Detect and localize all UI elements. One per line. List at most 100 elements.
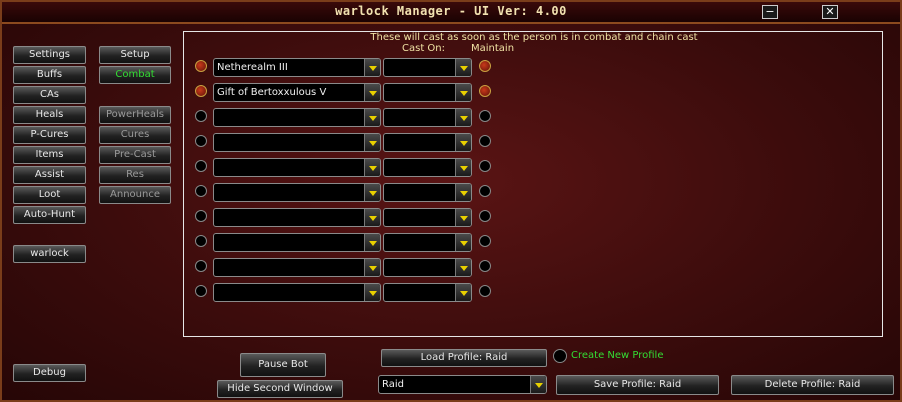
- maintain-radio[interactable]: [479, 60, 491, 72]
- spell-select[interactable]: [213, 158, 381, 177]
- enable-radio[interactable]: [195, 210, 207, 222]
- tab-combat[interactable]: Combat: [99, 66, 171, 84]
- chevron-down-icon[interactable]: [364, 134, 380, 151]
- maintain-radio[interactable]: [479, 160, 491, 172]
- chevron-down-icon[interactable]: [455, 84, 471, 101]
- spell-row: [184, 283, 884, 303]
- enable-radio[interactable]: [195, 110, 207, 122]
- spell-row: [184, 133, 884, 153]
- title-bar[interactable]: warlock Manager - UI Ver: 4.00 − ✕: [2, 2, 900, 24]
- cast-on-select[interactable]: [383, 183, 472, 202]
- tab-cas[interactable]: CAs: [13, 86, 86, 104]
- maintain-radio[interactable]: [479, 85, 491, 97]
- chevron-down-icon[interactable]: [530, 376, 546, 393]
- maintain-radio[interactable]: [479, 285, 491, 297]
- tab-buffs[interactable]: Buffs: [13, 66, 86, 84]
- maintain-radio[interactable]: [479, 235, 491, 247]
- chevron-down-icon[interactable]: [455, 159, 471, 176]
- create-new-profile-radio[interactable]: [553, 349, 567, 363]
- cast-on-select[interactable]: [383, 233, 472, 252]
- spell-select[interactable]: [213, 183, 381, 202]
- tab-announce[interactable]: Announce: [99, 186, 171, 204]
- chevron-down-icon[interactable]: [364, 209, 380, 226]
- pause-bot-button[interactable]: Pause Bot: [240, 353, 326, 377]
- chevron-down-icon[interactable]: [455, 284, 471, 301]
- chevron-down-icon[interactable]: [364, 284, 380, 301]
- enable-radio[interactable]: [195, 260, 207, 272]
- chevron-down-icon[interactable]: [455, 234, 471, 251]
- cast-on-select[interactable]: [383, 58, 472, 77]
- window: warlock Manager - UI Ver: 4.00 − ✕ Setti…: [0, 0, 902, 402]
- maintain-radio[interactable]: [479, 185, 491, 197]
- combat-panel: These will cast as soon as the person is…: [183, 31, 883, 337]
- delete-profile-button[interactable]: Delete Profile: Raid: [731, 375, 894, 395]
- profile-select-value: Raid: [382, 379, 404, 390]
- spell-select[interactable]: [213, 283, 381, 302]
- chevron-down-icon[interactable]: [364, 159, 380, 176]
- tab-items[interactable]: Items: [13, 146, 86, 164]
- close-button[interactable]: ✕: [822, 5, 838, 19]
- tab-powerheals[interactable]: PowerHeals: [99, 106, 171, 124]
- spell-row: Gift of Bertoxxulous V: [184, 83, 884, 103]
- panel-heading: These will cast as soon as the person is…: [370, 32, 698, 43]
- chevron-down-icon[interactable]: [455, 184, 471, 201]
- enable-radio[interactable]: [195, 60, 207, 72]
- tab-heals[interactable]: Heals: [13, 106, 86, 124]
- load-profile-button[interactable]: Load Profile: Raid: [381, 349, 547, 367]
- spell-select[interactable]: [213, 108, 381, 127]
- maintain-radio[interactable]: [479, 110, 491, 122]
- spell-row: [184, 108, 884, 128]
- tab-res[interactable]: Res: [99, 166, 171, 184]
- spell-select[interactable]: Gift of Bertoxxulous V: [213, 83, 381, 102]
- debug-button[interactable]: Debug: [13, 364, 86, 382]
- spell-select-value: Gift of Bertoxxulous V: [217, 87, 327, 98]
- enable-radio[interactable]: [195, 85, 207, 97]
- profile-name-button[interactable]: warlock: [13, 245, 86, 263]
- spell-select[interactable]: Netherealm III: [213, 58, 381, 77]
- spell-select[interactable]: [213, 258, 381, 277]
- spell-row: [184, 183, 884, 203]
- chevron-down-icon[interactable]: [455, 134, 471, 151]
- profile-select[interactable]: Raid: [378, 375, 547, 394]
- tab-setup[interactable]: Setup: [99, 46, 171, 64]
- chevron-down-icon[interactable]: [455, 209, 471, 226]
- chevron-down-icon[interactable]: [455, 109, 471, 126]
- enable-radio[interactable]: [195, 185, 207, 197]
- tab-auto-hunt[interactable]: Auto-Hunt: [13, 206, 86, 224]
- chevron-down-icon[interactable]: [364, 259, 380, 276]
- chevron-down-icon[interactable]: [455, 59, 471, 76]
- chevron-down-icon[interactable]: [364, 184, 380, 201]
- tab-settings[interactable]: Settings: [13, 46, 86, 64]
- tab-p-cures[interactable]: P-Cures: [13, 126, 86, 144]
- cast-on-select[interactable]: [383, 208, 472, 227]
- enable-radio[interactable]: [195, 285, 207, 297]
- chevron-down-icon[interactable]: [364, 84, 380, 101]
- maintain-radio[interactable]: [479, 135, 491, 147]
- maintain-radio[interactable]: [479, 260, 491, 272]
- hide-second-window-button[interactable]: Hide Second Window: [217, 380, 343, 398]
- maintain-radio[interactable]: [479, 210, 491, 222]
- save-profile-button[interactable]: Save Profile: Raid: [556, 375, 719, 395]
- cast-on-select[interactable]: [383, 258, 472, 277]
- enable-radio[interactable]: [195, 235, 207, 247]
- spell-select[interactable]: [213, 133, 381, 152]
- spell-select[interactable]: [213, 208, 381, 227]
- chevron-down-icon[interactable]: [364, 109, 380, 126]
- spell-row: [184, 233, 884, 253]
- tab-loot[interactable]: Loot: [13, 186, 86, 204]
- enable-radio[interactable]: [195, 160, 207, 172]
- chevron-down-icon[interactable]: [364, 234, 380, 251]
- chevron-down-icon[interactable]: [364, 59, 380, 76]
- cast-on-select[interactable]: [383, 283, 472, 302]
- cast-on-select[interactable]: [383, 108, 472, 127]
- cast-on-select[interactable]: [383, 83, 472, 102]
- spell-select[interactable]: [213, 233, 381, 252]
- tab-assist[interactable]: Assist: [13, 166, 86, 184]
- tab-pre-cast[interactable]: Pre-Cast: [99, 146, 171, 164]
- chevron-down-icon[interactable]: [455, 259, 471, 276]
- tab-cures[interactable]: Cures: [99, 126, 171, 144]
- cast-on-select[interactable]: [383, 158, 472, 177]
- minimize-button[interactable]: −: [762, 5, 778, 19]
- enable-radio[interactable]: [195, 135, 207, 147]
- cast-on-select[interactable]: [383, 133, 472, 152]
